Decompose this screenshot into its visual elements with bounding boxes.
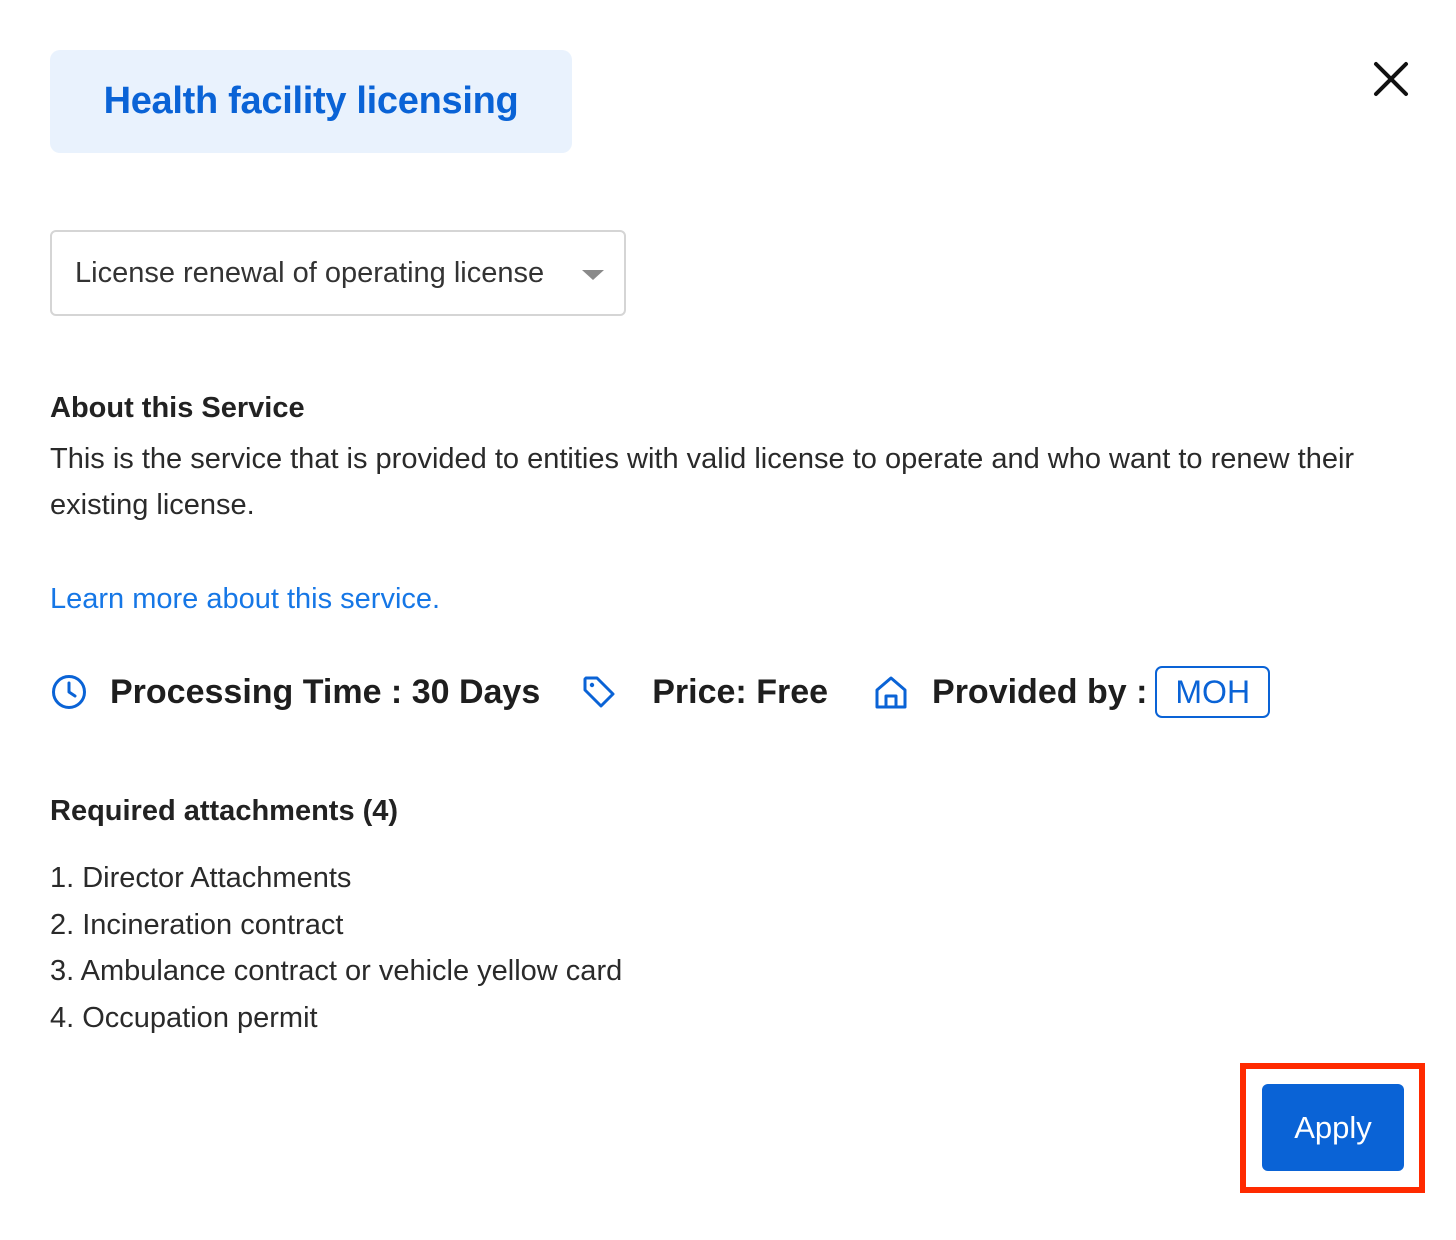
service-meta-row: Processing Time : 30 Days Price: Free Pr…: [50, 664, 1271, 720]
price: Price: Free: [652, 672, 829, 711]
chevron-down-icon: [582, 270, 604, 280]
about-heading: About this Service: [50, 392, 305, 424]
apply-button[interactable]: Apply: [1262, 1084, 1404, 1171]
page-title: Health facility licensing: [103, 80, 519, 122]
clock-icon: [52, 675, 86, 709]
home-icon: [875, 676, 907, 709]
attachment-item: 4. Occupation permit: [50, 1001, 318, 1034]
attachment-item: 1. Director Attachments: [50, 862, 352, 894]
close-button[interactable]: [1368, 56, 1414, 102]
provider-badge: MOH: [1155, 666, 1271, 718]
service-title-chip: Health facility licensing: [50, 50, 572, 153]
service-type-value: License renewal of operating license: [75, 256, 545, 289]
learn-more-link[interactable]: Learn more about this service.: [50, 583, 440, 616]
attachments-list: 1. Director Attachments 2. Incineration …: [50, 855, 622, 1041]
service-type-select[interactable]: License renewal of operating license: [50, 230, 626, 316]
attachment-item: 3. Ambulance contract or vehicle yellow …: [50, 955, 623, 987]
tag-icon: [583, 676, 615, 708]
about-description: This is the service that is provided to …: [50, 443, 1355, 521]
close-icon: [1374, 62, 1408, 96]
processing-time: Processing Time : 30 Days: [110, 672, 541, 711]
attachment-item: 2. Incineration contract: [50, 908, 344, 941]
provided-by-label: Provided by :: [932, 672, 1148, 711]
attachments-heading: Required attachments (4): [50, 795, 399, 827]
